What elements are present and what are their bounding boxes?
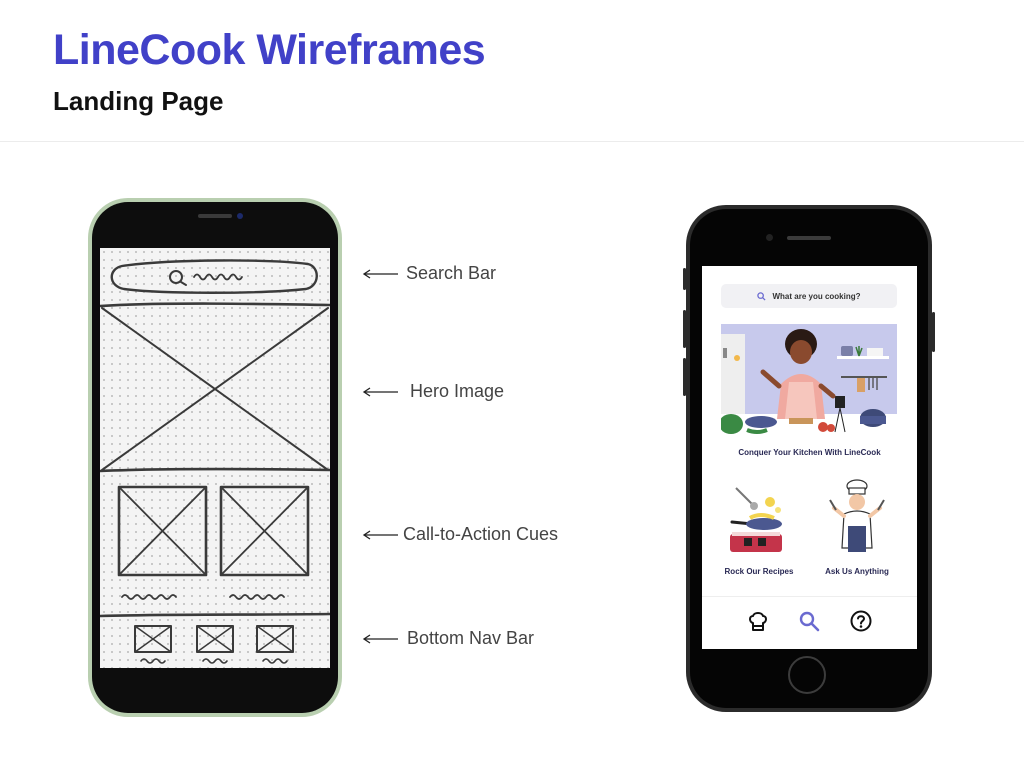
chef-hat-icon[interactable] [746,609,770,633]
arrow-left-icon [362,529,398,540]
mockup-phone-speaker [787,236,831,240]
bottom-nav-divider [702,596,917,597]
arrow-left-icon [362,268,398,279]
header-divider [0,141,1024,142]
hero-caption: Conquer Your Kitchen With LineCook [738,448,881,457]
mockup-phone-camera [766,234,773,241]
annotation-hero-image: Hero Image [362,381,504,402]
chef-man-illustration [829,479,885,552]
search-input[interactable]: What are you cooking? [721,284,897,308]
page-subtitle: Landing Page [53,86,224,116]
sketch-search-bar [110,259,318,294]
mockup-app-screen: What are you cooking? Conquer Your Kitch… [702,266,917,649]
cta-label: Ask Us Anything [825,567,889,576]
annotation-label: Call-to-Action Cues [403,524,559,544]
cooking-pan-illustration [730,487,782,552]
sketch-wireframe-screen [100,248,330,668]
arrow-left-icon [362,386,398,397]
sketch-cta-placeholders [117,485,310,600]
page-title: LineCook Wireframes [53,26,486,74]
search-icon[interactable] [797,609,821,633]
phone-power-button [932,312,935,352]
annotation-search-bar: Search Bar [362,263,496,284]
fridge-illustration [721,334,745,414]
hero-image[interactable] [721,324,897,441]
search-placeholder: What are you cooking? [772,291,861,301]
chef-woman-illustration [760,329,836,419]
sketch-hero-placeholder [100,307,330,473]
annotation-label: Bottom Nav Bar [407,628,535,648]
cta-label: Rock Our Recipes [724,567,794,576]
help-icon[interactable] [849,609,873,633]
arrow-left-icon [362,633,398,644]
annotation-label: Hero Image [410,381,505,401]
cta-ask-us-anything[interactable]: Ask Us Anything [816,478,898,576]
sketch-phone-camera [237,213,243,219]
sketch-phone-speaker [198,214,232,218]
annotation-bottom-nav: Bottom Nav Bar [362,628,534,649]
home-button[interactable] [788,656,826,694]
sketch-bottom-nav [134,625,294,664]
annotation-cta: Call-to-Action Cues [362,524,558,545]
annotation-label: Search Bar [406,263,497,283]
cta-rock-our-recipes[interactable]: Rock Our Recipes [718,478,800,576]
search-icon [757,291,767,301]
